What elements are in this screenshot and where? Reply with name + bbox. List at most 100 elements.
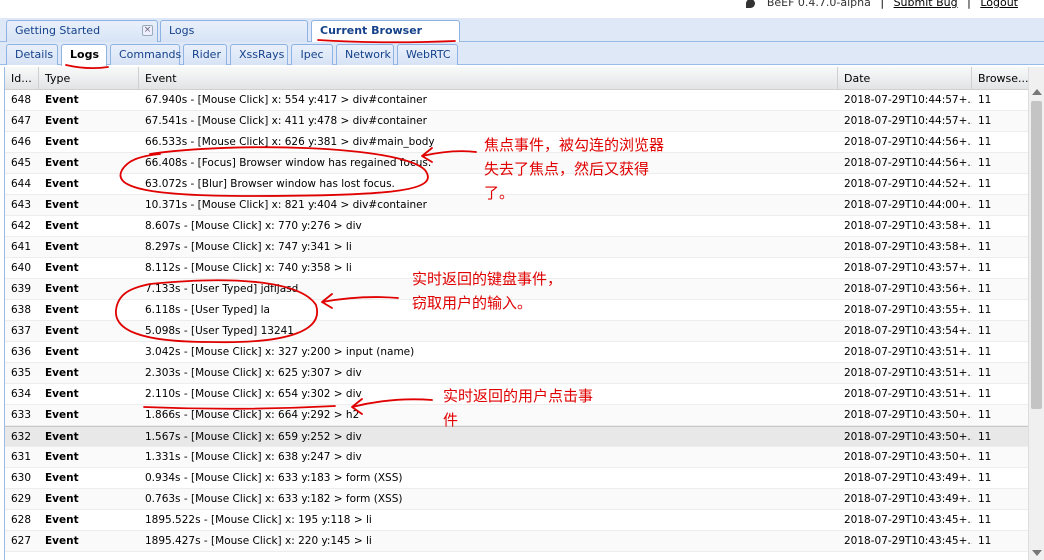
cell-type: Event	[45, 367, 79, 379]
tab-commands[interactable]: Commands	[110, 44, 181, 65]
table-row[interactable]: 637 Event 5.098s - [User Typed] 13241 2018-…	[5, 321, 1029, 342]
grid-scrollbar[interactable]	[1028, 67, 1044, 560]
cell-event: 0.763s - [Mouse Click] x: 633 y:182 > fo…	[145, 493, 403, 505]
tab-getting-started[interactable]: Getting Started ×	[6, 20, 158, 42]
cell-browser: 11	[978, 157, 992, 169]
scroll-up-icon[interactable]	[1032, 89, 1042, 95]
table-row[interactable]: 631 Event 1.331s - [Mouse Click] x: 638 y:…	[5, 447, 1029, 468]
top-status-bar: BeEF 0.4.7.0-alpha | Submit Bug | Logout	[0, 0, 1044, 18]
cell-date: 2018-07-29T10:43:56+...	[844, 283, 972, 295]
cell-browser: 11	[978, 346, 992, 358]
table-row[interactable]: 641 Event 8.297s - [Mouse Click] x: 747 y:…	[5, 237, 1029, 258]
table-row[interactable]: 635 Event 2.303s - [Mouse Click] x: 625 y:…	[5, 363, 1029, 384]
cell-date: 2018-07-29T10:44:56+...	[844, 157, 972, 169]
cell-browser: 11	[978, 199, 992, 211]
cell-browser: 11	[978, 220, 992, 232]
column-header-type[interactable]: Type	[39, 67, 139, 90]
tab-details[interactable]: Details	[6, 44, 58, 65]
cell-type: Event	[45, 514, 79, 526]
scroll-thumb[interactable]	[1031, 101, 1042, 409]
table-row[interactable]: 636 Event 3.042s - [Mouse Click] x: 327 y:…	[5, 342, 1029, 363]
cell-id: 628	[11, 514, 32, 526]
cell-type: Event	[45, 157, 79, 169]
cell-id: 647	[11, 115, 32, 127]
cell-browser: 11	[978, 136, 992, 148]
close-icon[interactable]: ×	[142, 25, 153, 36]
cell-browser: 11	[978, 304, 992, 316]
table-row[interactable]: 647 Event 67.541s - [Mouse Click] x: 411 y…	[5, 111, 1029, 132]
cell-type: Event	[45, 325, 79, 337]
cell-type: Event	[45, 178, 79, 190]
tab-network[interactable]: Network	[336, 44, 394, 65]
cell-id: 629	[11, 493, 32, 505]
cell-browser: 11	[978, 325, 992, 337]
tab-webrtc[interactable]: WebRTC	[397, 44, 458, 65]
cell-event: 67.940s - [Mouse Click] x: 554 y:417 > d…	[145, 94, 427, 106]
cell-browser: 11	[978, 451, 992, 463]
cell-type: Event	[45, 94, 79, 106]
cell-id: 648	[11, 94, 32, 106]
tab-logs[interactable]: Logs	[61, 44, 107, 66]
table-row[interactable]: 630 Event 0.934s - [Mouse Click] x: 633 y:…	[5, 468, 1029, 489]
column-header-browser[interactable]: Browse...	[972, 67, 1029, 90]
cell-id: 640	[11, 262, 32, 274]
scroll-down-icon[interactable]	[1032, 550, 1042, 556]
cell-browser: 11	[978, 514, 992, 526]
cell-date: 2018-07-29T10:44:56+...	[844, 136, 972, 148]
click-annotation: 实时返回的用户点击事 件	[443, 384, 593, 432]
cell-date: 2018-07-29T10:43:51+...	[844, 388, 972, 400]
cell-event: 3.042s - [Mouse Click] x: 327 y:200 > in…	[145, 346, 415, 358]
cell-date: 2018-07-29T10:43:51+...	[844, 346, 972, 358]
table-row[interactable]: 628 Event 1895.522s - [Mouse Click] x: 195…	[5, 510, 1029, 531]
table-row[interactable]: 627 Event 1895.427s - [Mouse Click] x: 220…	[5, 531, 1029, 552]
tab-ipec[interactable]: Ipec	[291, 44, 333, 65]
annotation-line: 了。	[484, 184, 515, 202]
beef-logo-icon	[746, 0, 756, 8]
separator: |	[880, 0, 885, 9]
annotation-line: 实时返回的用户点击事	[443, 387, 594, 405]
cell-date: 2018-07-29T10:43:49+...	[844, 472, 972, 484]
cell-type: Event	[45, 346, 79, 358]
table-row[interactable]: 648 Event 67.940s - [Mouse Click] x: 554 y…	[5, 90, 1029, 111]
cell-type: Event	[45, 535, 79, 547]
submit-bug-link[interactable]: Submit Bug	[894, 0, 958, 9]
table-row[interactable]: 629 Event 0.763s - [Mouse Click] x: 633 y:…	[5, 489, 1029, 510]
grid-header: Id... Type Event Date Browse...	[5, 67, 1044, 90]
cell-id: 632	[11, 431, 32, 443]
annotation-line: 焦点事件，被勾连的浏览器	[484, 136, 665, 154]
cell-browser: 11	[978, 262, 992, 274]
annotation-line: 失去了焦点，然后又获得	[484, 160, 650, 178]
tab-logs-main[interactable]: Logs	[160, 20, 308, 42]
column-header-id[interactable]: Id...	[5, 67, 39, 90]
cell-browser: 11	[978, 409, 992, 421]
column-header-event[interactable]: Event	[139, 67, 838, 90]
cell-id: 641	[11, 241, 32, 253]
logout-link[interactable]: Logout	[980, 0, 1018, 9]
focus-annotation: 焦点事件，被勾连的浏览器 失去了焦点，然后又获得 了。	[484, 133, 664, 205]
tab-current-browser[interactable]: Current Browser	[311, 20, 460, 43]
tab-xssrays[interactable]: XssRays	[230, 44, 288, 65]
browser-subtab-strip: Details Logs Commands Rider XssRays Ipec…	[0, 42, 1044, 66]
cell-browser: 11	[978, 535, 992, 547]
cell-id: 645	[11, 157, 32, 169]
cell-type: Event	[45, 136, 79, 148]
cell-browser: 11	[978, 493, 992, 505]
cell-type: Event	[45, 199, 79, 211]
table-row[interactable]: 642 Event 8.607s - [Mouse Click] x: 770 y:…	[5, 216, 1029, 237]
top-links: BeEF 0.4.7.0-alpha | Submit Bug | Logout	[746, 0, 1018, 9]
cell-date: 2018-07-29T10:44:57+...	[844, 115, 972, 127]
cell-browser: 11	[978, 178, 992, 190]
tab-rider[interactable]: Rider	[183, 44, 227, 65]
cell-type: Event	[45, 431, 79, 443]
cell-type: Event	[45, 241, 79, 253]
cell-date: 2018-07-29T10:43:58+...	[844, 220, 972, 232]
cell-id: 636	[11, 346, 32, 358]
cell-type: Event	[45, 409, 79, 421]
column-header-date[interactable]: Date	[838, 67, 972, 90]
cell-type: Event	[45, 451, 79, 463]
cell-browser: 11	[978, 115, 992, 127]
annotation-line: 件	[443, 411, 459, 429]
cell-date: 2018-07-29T10:43:45+...	[844, 514, 972, 526]
cell-browser: 11	[978, 388, 992, 400]
cell-date: 2018-07-29T10:44:57+...	[844, 94, 972, 106]
